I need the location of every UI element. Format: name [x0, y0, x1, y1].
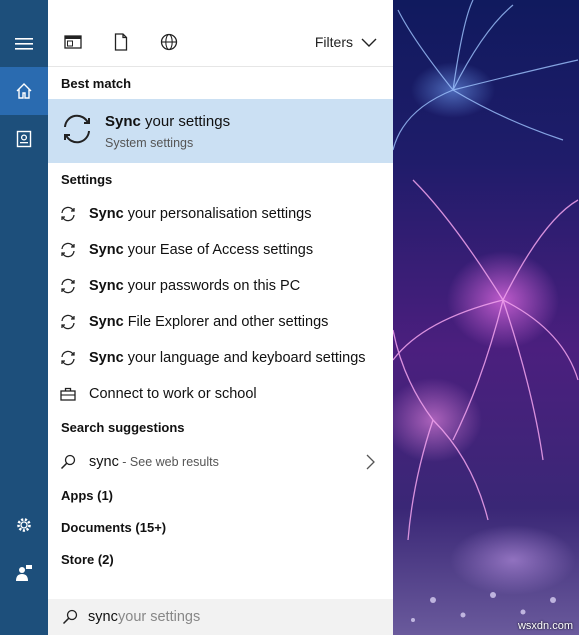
apps-icon [64, 35, 82, 49]
web-suggestion-item[interactable]: sync - See web results [48, 445, 393, 479]
settings-heading: Settings [61, 172, 113, 187]
search-results-panel: Filters Best match Sync your settings Sy… [48, 0, 393, 635]
web-filter-button[interactable] [157, 30, 181, 54]
chevron-down-icon [361, 38, 377, 47]
settings-button[interactable] [0, 501, 48, 549]
chevron-right-icon [366, 454, 375, 470]
desktop-wallpaper: wsxdn.com [393, 0, 579, 635]
briefcase-icon [60, 386, 76, 402]
globe-icon [160, 33, 178, 51]
home-button[interactable] [0, 67, 48, 115]
apps-count-link[interactable]: Apps (1) [61, 488, 113, 503]
search-input[interactable]: sync [88, 609, 118, 625]
sync-icon [60, 314, 76, 330]
sync-icon [60, 242, 76, 258]
settings-result-label: Sync your passwords on this PC [89, 278, 301, 294]
settings-result-label: Sync your personalisation settings [89, 206, 312, 222]
sync-icon [60, 350, 76, 366]
settings-result-label: Sync File Explorer and other settings [89, 314, 329, 330]
watermark-text: wsxdn.com [517, 620, 573, 632]
feedback-button[interactable] [0, 549, 48, 597]
store-count-link[interactable]: Store (2) [61, 552, 114, 567]
settings-result-item[interactable]: Connect to work or school [48, 377, 393, 411]
search-icon [62, 609, 78, 625]
feedback-person-icon [16, 565, 32, 581]
filters-label: Filters [314, 34, 353, 50]
documents-filter-button[interactable] [109, 30, 133, 54]
hamburger-menu-button[interactable] [0, 20, 48, 68]
suggestion-label: sync - See web results [89, 454, 219, 470]
settings-result-item[interactable]: Sync your language and keyboard settings [48, 341, 393, 375]
settings-result-item[interactable]: Sync your personalisation settings [48, 197, 393, 231]
sync-icon [64, 114, 90, 144]
best-match-subtitle: System settings [105, 136, 194, 150]
left-rail [0, 0, 48, 635]
search-autocomplete-hint: your settings [118, 609, 201, 625]
best-match-title: Sync your settings [105, 113, 231, 130]
filter-toolbar: Filters [48, 0, 393, 67]
best-match-result[interactable]: Sync your settings System settings [48, 99, 393, 163]
documents-count-link[interactable]: Documents (15+) [61, 520, 166, 535]
filters-dropdown[interactable]: Filters [315, 34, 377, 50]
notebook-icon [16, 130, 32, 148]
apps-filter-button[interactable] [61, 30, 85, 54]
settings-result-item[interactable]: Sync your Ease of Access settings [48, 233, 393, 267]
settings-result-label: Connect to work or school [89, 386, 257, 402]
sync-icon [60, 278, 76, 294]
gear-icon [17, 518, 31, 532]
home-icon [16, 83, 32, 99]
search-suggestions-heading: Search suggestions [61, 420, 185, 435]
hamburger-icon [15, 38, 33, 50]
notebook-button[interactable] [0, 115, 48, 163]
settings-result-item[interactable]: Sync File Explorer and other settings [48, 305, 393, 339]
document-icon [114, 33, 128, 51]
search-box[interactable]: sync your settings [48, 599, 393, 635]
sync-icon [60, 206, 76, 222]
fireworks-image [393, 0, 579, 622]
best-match-heading: Best match [61, 76, 132, 91]
settings-result-item[interactable]: Sync your passwords on this PC [48, 269, 393, 303]
settings-result-label: Sync your language and keyboard settings [89, 350, 366, 366]
settings-result-label: Sync your Ease of Access settings [89, 242, 314, 258]
search-icon [60, 454, 76, 470]
